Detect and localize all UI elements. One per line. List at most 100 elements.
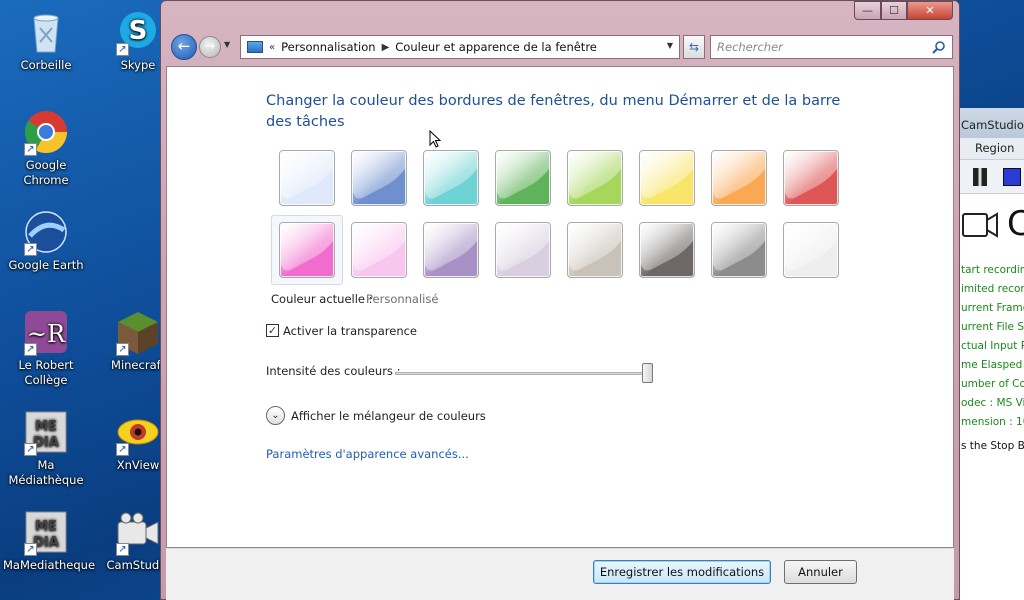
camstudio-toolbar <box>959 160 1024 194</box>
shortcut-arrow-icon: ↗ <box>116 43 129 56</box>
shortcut-arrow-icon: ↗ <box>24 343 37 356</box>
svg-text:ME: ME <box>35 519 57 534</box>
desktop-icon-chrome[interactable]: ↗ Google Chrome <box>3 108 89 188</box>
log-line: tart recording <box>961 264 1024 276</box>
chrome-icon: ↗ <box>22 108 70 156</box>
navigation-bar: ← → ▼ « Personnalisation ▶ Couleur et ap… <box>167 32 953 62</box>
log-line: umber of Colo <box>961 378 1024 390</box>
desktop-icon-mamediatheque[interactable]: ME DIA ↗ MaMediatheque <box>3 508 96 573</box>
desktop-icon-label: Ma Médiathèque <box>8 458 84 487</box>
maximize-button[interactable]: ☐ <box>881 1 907 20</box>
desktop-icon-google-earth[interactable]: ↗ Google Earth <box>3 208 89 273</box>
color-swatch-sky[interactable] <box>279 150 335 206</box>
desktop-icon-label: Le Robert Collège <box>18 358 74 387</box>
camstudio-window[interactable]: CamStudio - Region C tart recording imit… <box>958 108 1024 600</box>
shortcut-arrow-icon: ↗ <box>116 543 129 556</box>
google-earth-icon: ↗ <box>22 208 70 256</box>
shortcut-arrow-icon: ↗ <box>24 543 37 556</box>
page-heading: Changer la couleur des bordures de fenêt… <box>266 93 841 130</box>
close-button[interactable]: ✕ <box>907 1 953 20</box>
color-swatch-taupe[interactable] <box>567 222 623 278</box>
shortcut-arrow-icon: ↗ <box>24 143 37 156</box>
back-button[interactable]: ← <box>171 34 197 60</box>
transparency-checkbox[interactable]: ✓ <box>266 324 279 337</box>
le-robert-icon: ~R ↗ <box>22 308 70 356</box>
refresh-button[interactable]: ⇆ <box>683 35 705 59</box>
transparency-label[interactable]: Activer la transparence <box>283 324 417 338</box>
desktop-icon-label: MaMediatheque <box>3 558 96 572</box>
shortcut-arrow-icon: ↗ <box>24 443 37 456</box>
camstudio-big-letter: C <box>1007 204 1024 244</box>
desktop-icon-recycle-bin[interactable]: Corbeille <box>3 8 89 73</box>
current-color-value: Personnalisé <box>366 292 439 306</box>
color-swatch-fuchsia[interactable] <box>279 222 335 278</box>
log-line: me Elasped : <box>961 359 1024 371</box>
svg-text:ME: ME <box>35 419 57 434</box>
menu-region[interactable]: Region <box>975 141 1014 155</box>
desktop-icon-label: Corbeille <box>20 58 72 72</box>
address-dropdown-icon[interactable]: ▼ <box>667 41 673 50</box>
advanced-appearance-link[interactable]: Paramètres d'apparence avancés... <box>266 447 469 461</box>
address-overflow-icon[interactable]: « <box>269 42 275 53</box>
cancel-button[interactable]: Annuler <box>784 560 857 584</box>
shortcut-arrow-icon: ↗ <box>116 343 129 356</box>
log-line: ctual Input R <box>961 340 1024 352</box>
desktop-icon-ma-mediatheque[interactable]: ME DIA ↗ Ma Médiathèque <box>3 408 89 488</box>
desktop-icon-le-robert[interactable]: ~R ↗ Le Robert Collège <box>3 308 89 388</box>
pause-icon[interactable] <box>973 168 987 186</box>
caption-buttons: — ☐ ✕ <box>854 1 953 20</box>
mamediatheque-icon: ME DIA ↗ <box>22 508 70 556</box>
xnview-icon: ↗ <box>114 408 162 456</box>
shortcut-arrow-icon: ↗ <box>116 443 129 456</box>
color-swatch-tangerine[interactable] <box>711 150 767 206</box>
shortcut-arrow-icon: ↗ <box>24 243 37 256</box>
recent-pages-dropdown[interactable]: ▼ <box>224 40 230 49</box>
search-placeholder: Rechercher <box>717 40 783 54</box>
color-swatch-slate[interactable] <box>711 222 767 278</box>
log-line: urrent Frame <box>961 302 1024 314</box>
log-line: s the Stop B <box>961 440 1024 452</box>
forward-button[interactable]: → <box>199 36 221 58</box>
intensity-slider-track[interactable] <box>395 372 653 375</box>
camera-icon <box>961 208 999 242</box>
color-swatch-leaf[interactable] <box>495 150 551 206</box>
search-icon[interactable] <box>932 40 946 54</box>
color-swatch-lemon[interactable] <box>639 150 695 206</box>
camstudio-title: CamStudio - <box>959 108 1024 138</box>
camstudio-menu[interactable]: Region <box>959 138 1024 160</box>
minecraft-icon: ↗ <box>114 308 162 356</box>
minimize-button[interactable]: — <box>854 1 881 20</box>
color-swatch-blush[interactable] <box>351 222 407 278</box>
svg-text:S: S <box>129 16 148 46</box>
arrow-left-icon: ← <box>177 37 191 55</box>
color-swatch-frost[interactable] <box>783 222 839 278</box>
personalization-window[interactable]: — ☐ ✕ ← → ▼ « Personnalisation ▶ Couleur… <box>160 0 960 600</box>
color-swatch-ruby[interactable] <box>783 150 839 206</box>
current-color-label: Couleur actuelle : <box>271 292 373 306</box>
save-changes-button[interactable]: Enregistrer les modifications <box>593 560 771 584</box>
color-swatch-lime[interactable] <box>567 150 623 206</box>
skype-icon: S ↗ <box>114 8 162 56</box>
color-swatch-violet[interactable] <box>423 222 479 278</box>
desktop-icon-label: Google Earth <box>8 258 84 272</box>
content-pane: Changer la couleur des bordures de fenêt… <box>166 66 954 548</box>
color-swatch-chocolate[interactable] <box>639 222 695 278</box>
expand-mixer-button[interactable]: ⌄ <box>266 406 285 425</box>
desktop-icon-label: Google Chrome <box>23 158 69 187</box>
log-line: mension : 10 <box>961 416 1024 428</box>
color-swatch-lavender[interactable] <box>495 222 551 278</box>
search-input[interactable]: Rechercher <box>710 35 953 59</box>
refresh-icon: ⇆ <box>688 40 700 54</box>
address-bar[interactable]: « Personnalisation ▶ Couleur et apparenc… <box>240 35 680 59</box>
color-mixer-label[interactable]: Afficher le mélangeur de couleurs <box>291 409 486 423</box>
breadcrumb-couleur[interactable]: Couleur et apparence de la fenêtre <box>395 40 597 54</box>
color-swatch-sea[interactable] <box>423 150 479 206</box>
stop-icon[interactable] <box>1003 168 1021 186</box>
arrow-right-icon: → <box>204 39 216 54</box>
breadcrumb-personnalisation[interactable]: Personnalisation <box>281 40 375 54</box>
log-line: imited recordi <box>961 283 1024 295</box>
color-swatch-twilight[interactable] <box>351 150 407 206</box>
intensity-slider-thumb[interactable] <box>642 363 653 383</box>
log-line: odec : MS Vi <box>961 397 1024 409</box>
breadcrumb-separator-icon[interactable]: ▶ <box>382 42 390 53</box>
